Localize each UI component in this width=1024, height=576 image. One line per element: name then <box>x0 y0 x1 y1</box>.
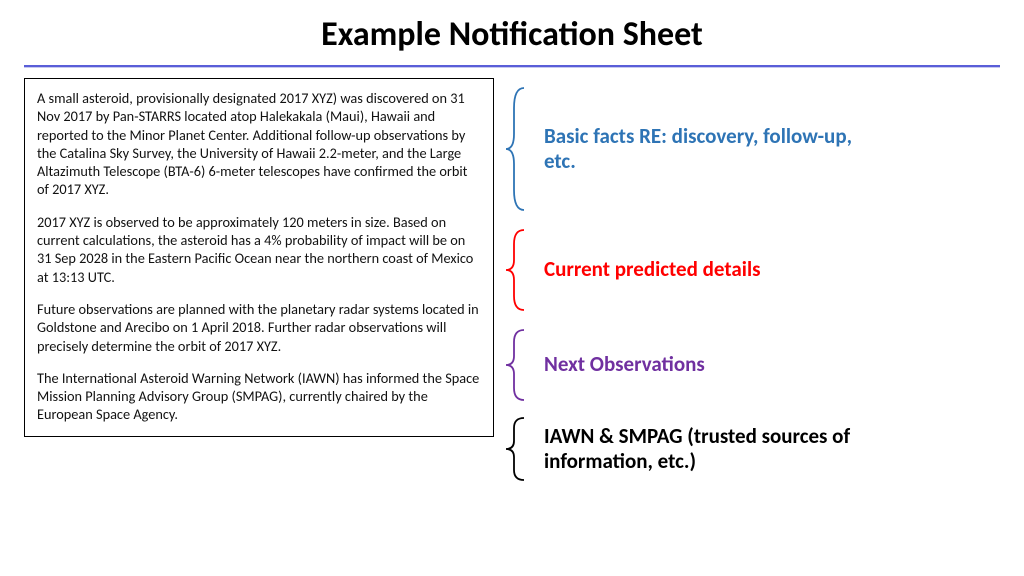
annotation-observations: Next Observations <box>502 326 705 404</box>
annotation-iawn: IAWN & SMPAG (trusted sources of informa… <box>502 414 884 484</box>
annotation-label: IAWN & SMPAG (trusted sources of informa… <box>544 424 884 474</box>
title-rule <box>24 65 1000 68</box>
brace-icon <box>502 84 530 214</box>
page-title: Example Notification Sheet <box>0 0 1024 65</box>
sheet-paragraph-prediction: 2017 XYZ is observed to be approximately… <box>37 213 481 286</box>
annotation-label: Next Observations <box>544 352 705 377</box>
sheet-paragraph-iawn: The International Asteroid Warning Netwo… <box>37 369 481 424</box>
content-row: A small asteroid, provisionally designat… <box>0 78 1024 437</box>
annotations-column: Basic facts RE: discovery, follow-up, et… <box>502 78 1000 437</box>
annotation-label: Basic facts RE: discovery, follow-up, et… <box>544 124 884 174</box>
notification-sheet: A small asteroid, provisionally designat… <box>24 78 494 437</box>
sheet-paragraph-observations: Future observations are planned with the… <box>37 300 481 355</box>
sheet-paragraph-discovery: A small asteroid, provisionally designat… <box>37 89 481 199</box>
brace-icon <box>502 414 530 484</box>
brace-icon <box>502 226 530 314</box>
annotation-label: Current predicted details <box>544 257 760 282</box>
annotation-discovery: Basic facts RE: discovery, follow-up, et… <box>502 84 884 214</box>
annotation-prediction: Current predicted details <box>502 226 760 314</box>
brace-icon <box>502 326 530 404</box>
